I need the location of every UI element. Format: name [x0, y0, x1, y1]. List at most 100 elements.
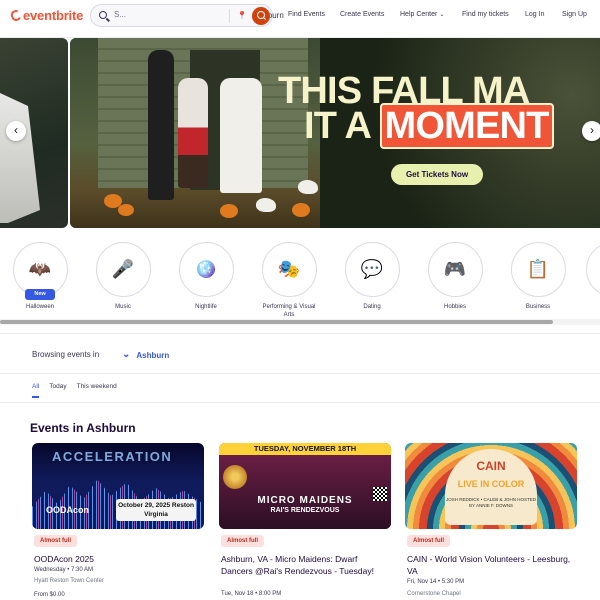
person-figure: [220, 78, 262, 193]
gamepad-icon: 🎮: [427, 242, 483, 297]
eventbrite-logo[interactable]: eventbrite: [9, 8, 84, 23]
help-center-label: Help Center: [400, 11, 438, 18]
status-badge: Almost full: [34, 535, 77, 547]
event-price: From $0.00: [34, 592, 65, 598]
pumpkin-image: [220, 204, 238, 218]
event-image-title: CAIN: [476, 459, 506, 473]
event-image[interactable]: ACCELERATION OODAcon October 29, 2025 Re…: [32, 443, 204, 529]
search-submit-button[interactable]: [252, 7, 270, 25]
chicken-image: [256, 198, 276, 212]
browse-location-value: Ashburn: [136, 351, 170, 360]
category-halloween[interactable]: 🦇 New Halloween: [5, 240, 75, 311]
logo-text: eventbrite: [23, 8, 84, 23]
pumpkin-image: [292, 203, 310, 217]
category-label: Halloween: [25, 304, 55, 310]
category-nightlife[interactable]: 🪩 Nightlife: [171, 240, 241, 311]
event-card[interactable]: ACCELERATION OODAcon October 29, 2025 Re…: [32, 443, 204, 598]
browse-location-dropdown[interactable]: ⌄ Ashburn: [122, 349, 170, 361]
event-card[interactable]: TUESDAY, NOVEMBER 18TH MICRO MAIDENS RAI…: [219, 443, 391, 597]
event-image-title: MICRO MAIDENS: [257, 495, 353, 506]
get-tickets-button[interactable]: Get Tickets Now: [391, 164, 483, 185]
category-label: Performing & Visual Arts: [262, 304, 316, 318]
category-business[interactable]: 📋 Business: [503, 240, 573, 311]
search-icon: [99, 11, 107, 19]
hero-headline-highlight: MOMENT: [379, 103, 554, 149]
status-badge: Almost full: [407, 535, 450, 547]
person-figure: [148, 50, 174, 200]
event-venue: Hyatt Reston Town Center: [34, 578, 104, 584]
event-card[interactable]: CAIN LIVE IN COLOR JOSH REDDICK • CALEB …: [405, 443, 577, 597]
hero-headline: THIS FALL MA IT A MOMENT: [278, 72, 554, 149]
event-image[interactable]: CAIN LIVE IN COLOR JOSH REDDICK • CALEB …: [405, 443, 577, 529]
presentation-board-icon: 📋: [510, 242, 566, 297]
category-label: Business: [525, 304, 551, 310]
category-performing-visual-arts[interactable]: 🎭 Performing & Visual Arts: [254, 240, 324, 319]
event-title[interactable]: Ashburn, VA - Micro Maidens: Dwarf Dance…: [221, 553, 389, 577]
top-header: eventbrite S... 📍 Ashburn Find Events Cr…: [0, 0, 600, 38]
event-venue: Cornerstone Chapel: [407, 591, 461, 597]
eventbrite-e-icon: [9, 8, 23, 23]
tab-this-weekend[interactable]: This weekend: [77, 383, 117, 390]
event-title[interactable]: OODAcon 2025: [34, 553, 202, 565]
category-icon: [586, 242, 600, 297]
search-bar[interactable]: S... 📍 Ashburn: [90, 4, 284, 27]
event-title[interactable]: CAIN - World Vision Volunteers - Leesbur…: [407, 553, 575, 577]
divider: [0, 373, 600, 374]
chevron-right-icon: ›: [590, 123, 594, 137]
theater-masks-icon: 🎭: [261, 242, 317, 297]
nav-help-center[interactable]: Help Center ⌄: [400, 11, 444, 18]
chat-heart-icon: 💬: [344, 242, 400, 297]
event-image-subtitle: LIVE IN COLOR: [457, 479, 525, 489]
event-image-subtitle: RAI'S RENDEZVOUS: [270, 507, 340, 514]
carousel-next-button[interactable]: ›: [582, 121, 600, 141]
hero-carousel: THIS FALL MA IT A MOMENT Get Tickets Now…: [0, 38, 600, 228]
event-image-logo: OODAcon: [46, 505, 90, 515]
new-badge: New: [25, 289, 55, 300]
event-image-date: TUESDAY, NOVEMBER 18TH: [219, 443, 391, 455]
category-dating[interactable]: 💬 Dating: [337, 240, 407, 311]
divider: [0, 402, 600, 403]
event-image[interactable]: TUESDAY, NOVEMBER 18TH MICRO MAIDENS RAI…: [219, 443, 391, 529]
event-date: Fri, Nov 14 • 5:30 PM: [407, 579, 465, 585]
chevron-down-icon: ⌄: [439, 12, 445, 18]
location-pin-icon: 📍: [237, 11, 247, 20]
category-strip: 🦇 New Halloween 🎤 Music 🪩 Nightlife 🎭 Pe…: [0, 240, 600, 320]
event-image-art: [219, 455, 391, 529]
ghost-costume-image: [0, 93, 40, 223]
category-scrollbar[interactable]: [0, 319, 600, 325]
section-title: Events in Ashburn: [30, 421, 136, 435]
category-label: Dating: [363, 304, 381, 310]
event-date: Tue, Nov 18 • 8:00 PM: [221, 591, 282, 597]
pumpkin-image: [118, 204, 134, 216]
category-hobbies[interactable]: 🎮 Hobbies: [420, 240, 490, 311]
tab-today[interactable]: Today: [49, 383, 66, 390]
person-figure: [178, 78, 208, 188]
disco-ball-icon: 🪩: [178, 242, 234, 297]
scrollbar-thumb[interactable]: [0, 320, 553, 324]
event-image-date: October 29, 2025 Reston Virginia: [116, 499, 196, 521]
event-image-art: CAIN LIVE IN COLOR JOSH REDDICK • CALEB …: [445, 449, 537, 525]
date-filter-tabs: All Today This weekend: [32, 383, 117, 398]
search-input[interactable]: S...: [114, 10, 126, 19]
event-image-names: JOSH REDDICK • CALEB & JOHN HOSTED BY AN…: [445, 497, 537, 508]
nav-find-events[interactable]: Find Events: [288, 11, 325, 18]
nav-sign-up[interactable]: Sign Up: [562, 11, 587, 18]
nav-create-events[interactable]: Create Events: [340, 11, 384, 18]
event-date: Wednesday • 7:30 AM: [34, 567, 94, 573]
microphone-icon: 🎤: [95, 242, 151, 297]
category-next-partial[interactable]: [586, 240, 600, 297]
event-image-logo: [223, 465, 247, 489]
category-music[interactable]: 🎤 Music: [88, 240, 158, 311]
nav-log-in[interactable]: Log In: [525, 11, 544, 18]
nav-find-my-tickets[interactable]: Find my tickets: [462, 11, 509, 18]
chevron-down-icon: ⌄: [122, 349, 131, 360]
hero-headline-line2-text: IT A: [304, 105, 380, 147]
chicken-image: [298, 180, 318, 194]
carousel-prev-button[interactable]: ‹: [6, 121, 26, 141]
category-label: Nightlife: [195, 304, 217, 310]
tab-all[interactable]: All: [32, 383, 40, 398]
event-image-title: ACCELERATION: [52, 449, 173, 464]
status-badge: Almost full: [221, 535, 264, 547]
category-label: Music: [115, 304, 131, 310]
browsing-label: Browsing events in: [32, 350, 100, 359]
